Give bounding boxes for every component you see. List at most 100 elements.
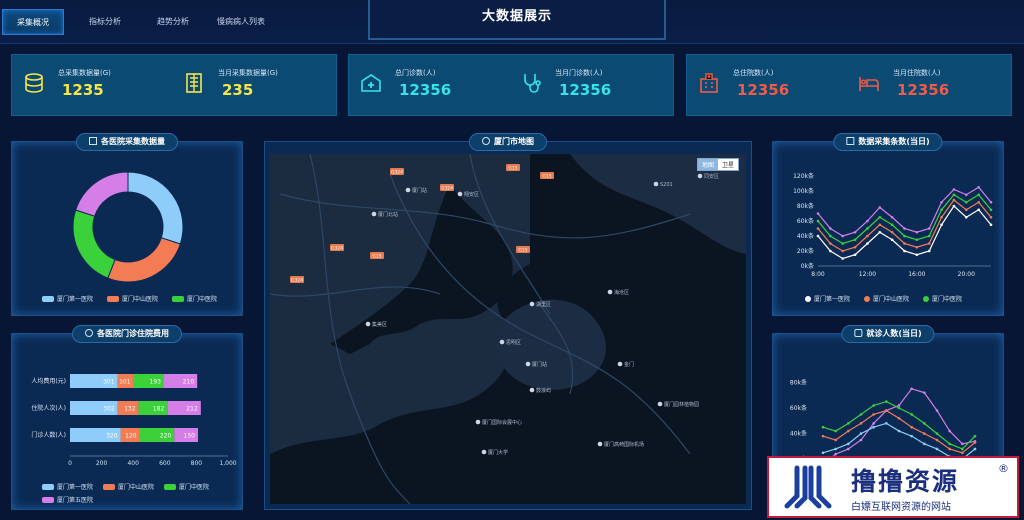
series-point	[952, 193, 956, 197]
series-point	[964, 200, 968, 204]
line-chart-collection: 0k条 20k条 40k条 60k条 80k条 100k条 120k条 8:00 12:00 16…	[793, 172, 993, 278]
map-type-switch: 地图 卫星	[696, 158, 739, 171]
series-point	[910, 434, 913, 438]
stat-value: 235	[222, 81, 254, 99]
tab-collection-overview[interactable]: 采集概况	[2, 9, 64, 35]
series-point	[885, 422, 888, 425]
legend-label: 厦门第一医院	[57, 296, 94, 303]
highway-badge-label: G324	[441, 185, 453, 191]
series-point	[940, 215, 943, 219]
series-point	[853, 230, 857, 234]
series-point	[989, 200, 993, 204]
legend-item-2[interactable]: 厦门中山医院	[103, 482, 154, 491]
series-point	[935, 447, 939, 451]
place-label: 厦门北站	[378, 211, 398, 218]
donut-slice	[72, 209, 116, 279]
series-point	[903, 249, 906, 253]
donut-legend: 厦门第一医院 厦门中山医院 厦门中医院	[42, 294, 217, 303]
bar-legend: 厦门第一医院 厦门中山医院 厦门中医院 厦门第五医院	[42, 482, 242, 504]
map-canvas[interactable]: G324 G15 G324 G15 G324 G15 G15 G324 S201 翔安区 湖里区 思明…	[270, 154, 746, 504]
place-label: 厦门站	[412, 187, 427, 194]
map-type-standard-button[interactable]: 地图	[697, 159, 718, 170]
stat-month-outpatient: 当月门诊数(人) 12356	[519, 55, 669, 117]
tab-chronic-patient-list[interactable]: 慢病病人列表	[206, 9, 276, 35]
panel-title: 厦门市地图	[469, 133, 547, 151]
y-tick-label: 0k条	[801, 262, 814, 270]
place-marker	[365, 321, 371, 327]
series-point	[952, 188, 956, 191]
legend-label: 厦门中山医院	[118, 484, 155, 491]
series-point	[829, 234, 832, 238]
series-point	[866, 242, 869, 245]
place-marker	[653, 181, 659, 187]
tab-label: 指标分析	[89, 17, 121, 26]
series-point	[847, 447, 850, 451]
legend-item-3[interactable]: 厦门中医院	[172, 294, 217, 303]
y-tick-label: 40k条	[790, 430, 807, 438]
series-point	[977, 185, 980, 189]
series-point	[841, 242, 845, 245]
legend-item-1[interactable]: 厦门第一医院	[42, 294, 93, 303]
stat-value: 12356	[737, 81, 790, 99]
group-icon	[854, 329, 863, 337]
series-point	[859, 422, 863, 425]
series-point	[890, 223, 894, 227]
highway-badge-label: G324	[291, 277, 303, 283]
series-point	[927, 234, 931, 238]
place-marker	[657, 401, 663, 407]
series-point	[816, 234, 820, 238]
series-point	[897, 406, 901, 410]
series-point	[872, 422, 875, 425]
highway-badge-label: G15	[372, 253, 381, 259]
legend-item-2[interactable]: 厦门中山医院	[864, 294, 909, 303]
series-point	[923, 391, 926, 394]
panel-title: 就诊人数(当日)	[841, 325, 935, 343]
stat-panel-inpatient: 总住院数(人) 12356 当月住院数(人) 12356	[686, 54, 1012, 116]
legend-item-1[interactable]: 厦门第一医院	[805, 294, 850, 303]
x-tick-label: 8:00	[811, 271, 825, 278]
series-point	[948, 442, 951, 446]
bar-value-label: 302	[103, 406, 115, 413]
tab-indicator-analysis[interactable]: 指标分析	[74, 9, 136, 35]
series-point	[829, 249, 832, 253]
legend-item-4[interactable]: 厦门第五医院	[42, 495, 93, 504]
stat-total-inpatient: 总住院数(人) 12356	[697, 55, 847, 117]
panel-title: 各医院门诊住院费用	[72, 325, 182, 343]
watermark-title: 撸撸资源	[851, 467, 960, 496]
panel-hospital-costs: 各医院门诊住院费用 0 200 400 600 800 1,000 人均费用(元) 301 10…	[11, 325, 243, 510]
series-point	[915, 230, 919, 234]
series-point	[890, 215, 894, 219]
series-point	[927, 242, 931, 245]
line1-legend: 厦门第一医院 厦门中山医院 厦门中医院	[805, 294, 962, 303]
watermark-subtitle: 白嫖互联网资源的网站	[851, 502, 951, 513]
stat-panel-data: 总采集数据量(G) 1235 当月采集数据量(G) 235	[11, 54, 337, 116]
tab-trend-analysis[interactable]: 趋势分析	[142, 9, 204, 35]
map-type-satellite-button[interactable]: 卫星	[717, 159, 738, 170]
x-tick-label: 600	[159, 460, 171, 467]
x-tick-label: 800	[191, 460, 203, 467]
y-tick-label: 100k条	[793, 187, 814, 195]
category-label: 门诊人数(人)	[31, 431, 66, 439]
legend-label: 厦门中医院	[187, 296, 218, 303]
series-point	[940, 223, 943, 227]
y-tick-label: 120k条	[793, 172, 814, 180]
series-point	[961, 447, 964, 451]
legend-item-3[interactable]: 厦门中医院	[164, 482, 209, 491]
place-label: S201	[660, 182, 673, 188]
series-point	[948, 429, 951, 433]
place-label: 厦门园林植物园	[664, 401, 699, 408]
series-point	[885, 400, 888, 403]
highway-badge-label: G324	[391, 169, 403, 175]
page-title-box: 大数据展示	[368, 0, 666, 40]
series-point	[878, 206, 882, 209]
database-icon	[89, 137, 97, 145]
series-point	[866, 234, 869, 238]
legend-item-1[interactable]: 厦门第一医院	[42, 482, 93, 491]
place-marker	[529, 301, 535, 307]
highway-badge-label: G15	[542, 173, 551, 179]
legend-item-3[interactable]: 厦门中医院	[923, 294, 962, 303]
legend-item-2[interactable]: 厦门中山医院	[107, 294, 158, 303]
series-point	[940, 200, 943, 204]
series-point	[903, 242, 906, 245]
x-tick-label: 200	[96, 460, 108, 467]
